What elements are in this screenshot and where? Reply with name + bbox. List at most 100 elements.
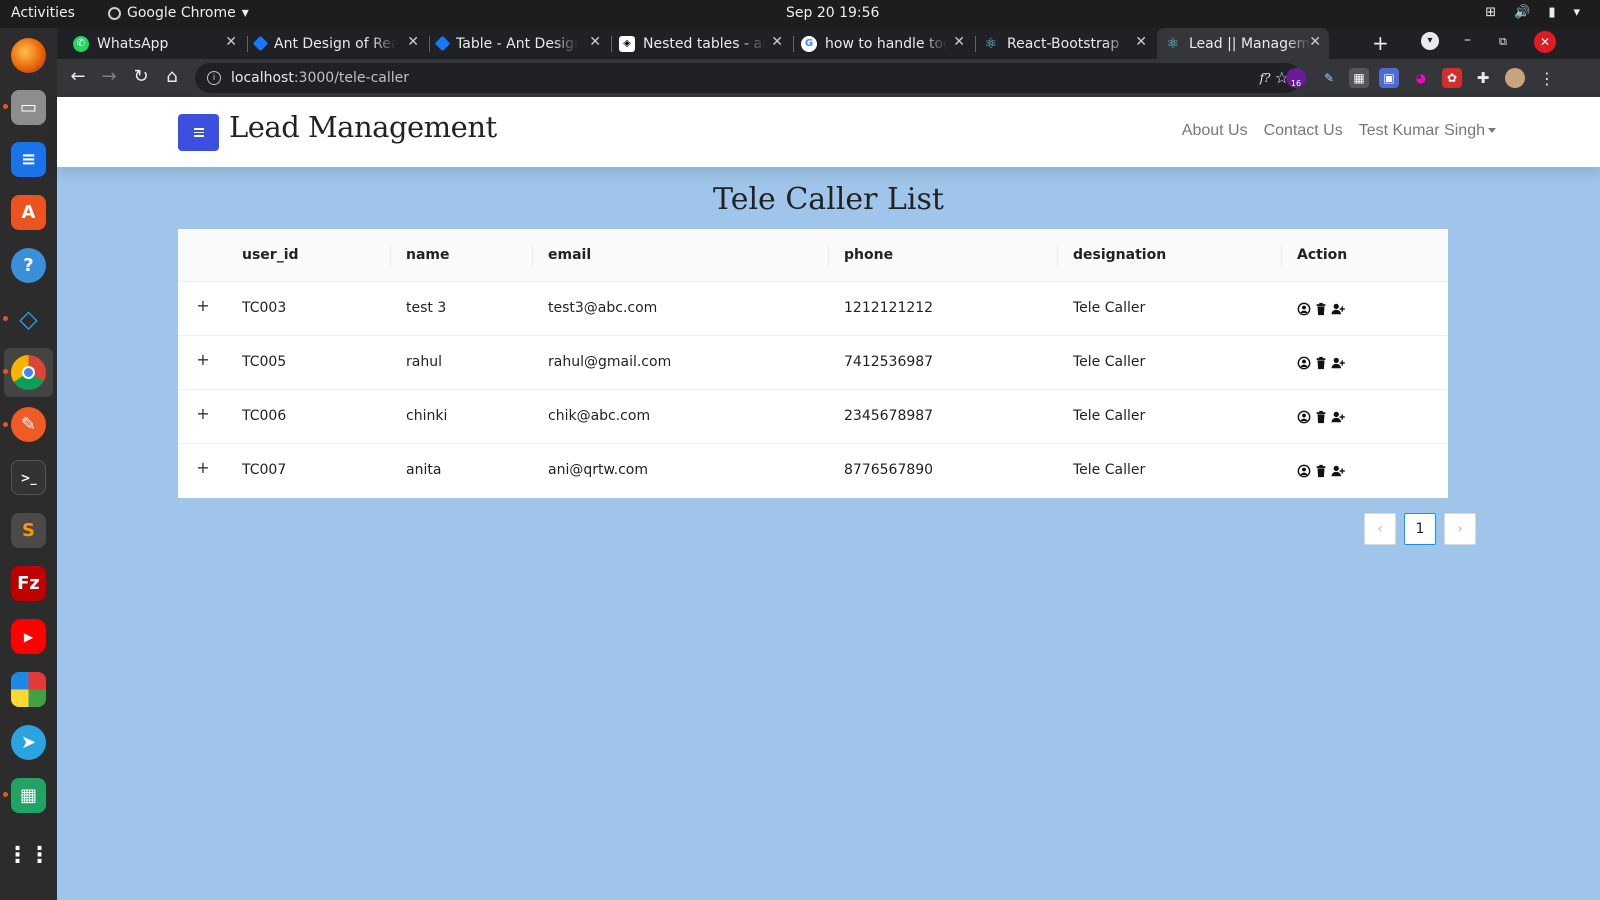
close-icon[interactable]: ✕ (953, 34, 965, 50)
tab-label: React-Bootstrap (1007, 35, 1120, 52)
vscode-icon[interactable]: ◇ (11, 301, 46, 336)
grid-extension-icon[interactable]: ▦ (1349, 68, 1369, 88)
user-circle-icon[interactable] (1297, 356, 1311, 370)
close-icon[interactable]: ✕ (407, 34, 419, 50)
user-circle-icon[interactable] (1297, 302, 1311, 316)
react-icon: ⚛ (984, 35, 998, 52)
app-menu[interactable]: Google Chrome ▾ (108, 5, 249, 21)
codepen-icon: ◈ (619, 35, 635, 52)
system-top-bar: Activities Google Chrome ▾ Sep 20 19:56 … (0, 0, 1600, 28)
tab-react-bootstrap[interactable]: ⚛ React-Bootstrap ✕ (983, 28, 1155, 59)
header-email[interactable]: email (548, 247, 591, 263)
trash-icon[interactable] (1314, 302, 1328, 316)
minimize-icon[interactable]: – (1464, 32, 1471, 48)
site-info-icon[interactable]: i (207, 71, 221, 85)
expand-row-icon[interactable]: + (196, 298, 210, 314)
ant-design-icon (434, 35, 451, 52)
tab-search-icon[interactable]: ▾ (1421, 32, 1439, 50)
list-icon (193, 128, 204, 137)
add-user-icon[interactable] (1331, 410, 1345, 424)
grid-icon[interactable]: ⋮⋮ (7, 838, 51, 873)
nav-about-link[interactable]: About Us (1182, 122, 1248, 140)
cell-designation: Tele Caller (1073, 462, 1146, 478)
menu-toggle-button[interactable] (178, 114, 219, 151)
clock[interactable]: Sep 20 19:56 (786, 5, 879, 21)
pagination-prev-button[interactable]: ‹ (1364, 513, 1396, 545)
running-indicator (3, 104, 8, 109)
tab-nested-tables[interactable]: ◈ Nested tables - an ✕ (619, 28, 791, 59)
terminal-icon[interactable]: >_ (11, 460, 46, 495)
add-user-icon[interactable] (1331, 356, 1345, 370)
nav-contact-link[interactable]: Contact Us (1264, 122, 1343, 140)
user-circle-icon[interactable] (1297, 410, 1311, 424)
telegram-icon[interactable]: ➤ (11, 725, 46, 760)
header-user-id[interactable]: user_id (242, 247, 299, 263)
close-icon[interactable]: ✕ (1135, 34, 1147, 50)
writer-icon[interactable]: ≡ (11, 142, 46, 177)
tab-google-search[interactable]: G how to handle tog ✕ (801, 28, 973, 59)
trash-icon[interactable] (1314, 356, 1328, 370)
maximize-icon[interactable]: ⧉ (1499, 35, 1507, 49)
filezilla-icon[interactable]: Fz (11, 566, 46, 601)
close-icon[interactable]: ✕ (771, 34, 783, 50)
add-user-icon[interactable] (1331, 302, 1345, 316)
sublime-icon[interactable]: S (11, 513, 46, 548)
react-devtools-icon[interactable]: ✿ (1442, 68, 1462, 88)
puzzle-extensions-icon[interactable]: ✚ (1473, 68, 1493, 88)
status-area[interactable]: ⊞ 🔊 ▮ ▾ (1485, 5, 1580, 20)
running-indicator (3, 422, 8, 427)
brand-title[interactable]: Lead Management (229, 110, 497, 144)
close-icon[interactable]: ✕ (589, 34, 601, 50)
header-name[interactable]: name (406, 247, 450, 263)
extension-badge-icon[interactable]: 16 (1286, 68, 1306, 88)
tab-whatsapp[interactable]: ✆ WhatsApp ✕ (73, 28, 245, 59)
software-icon[interactable]: A (11, 195, 46, 230)
files-icon[interactable]: ▭ (11, 90, 46, 125)
chrome-icon[interactable] (11, 355, 46, 390)
close-icon[interactable]: ✕ (225, 34, 237, 50)
window-close-icon[interactable]: ✕ (1534, 31, 1556, 53)
expand-row-icon[interactable]: + (196, 406, 210, 422)
pagination-page-1[interactable]: 1 (1404, 513, 1436, 545)
user-dropdown[interactable]: Test Kumar Singh (1359, 122, 1496, 140)
header-phone[interactable]: phone (844, 247, 893, 263)
close-icon[interactable]: ✕ (1309, 34, 1321, 50)
tab-lead-management[interactable]: ⚛ Lead || Manageme ✕ (1157, 28, 1329, 59)
column-separator (828, 245, 829, 267)
youtube-icon[interactable]: ▶ (11, 619, 46, 654)
formula-extension-icon[interactable]: f? (1255, 68, 1275, 88)
firefox-icon[interactable] (11, 38, 46, 73)
help-icon[interactable]: ? (11, 248, 46, 283)
trash-icon[interactable] (1314, 464, 1328, 478)
reload-icon[interactable]: ↻ (129, 66, 153, 87)
extension-badge-count: 16 (1290, 78, 1302, 88)
eyes-extension-icon[interactable]: ◕ (1411, 68, 1431, 88)
expand-row-icon[interactable]: + (196, 352, 210, 368)
postman-icon[interactable]: ✎ (11, 407, 46, 442)
back-arrow-icon[interactable]: ← (66, 66, 90, 87)
header-designation[interactable]: designation (1073, 247, 1166, 263)
home-icon[interactable]: ⌂ (160, 66, 184, 87)
user-circle-icon[interactable] (1297, 464, 1311, 478)
tab-separator (975, 36, 976, 52)
profile-avatar[interactable] (1505, 68, 1525, 88)
screen-extension-icon[interactable]: ▣ (1379, 68, 1399, 88)
add-user-icon[interactable] (1331, 464, 1345, 478)
tab-ant-design[interactable]: Ant Design of Rea ✕ (252, 28, 427, 59)
cell-name: rahul (406, 354, 442, 370)
activities-button[interactable]: Activities (11, 5, 75, 21)
address-bar[interactable]: i localhost :3000/tele-caller ☆ (195, 63, 1301, 93)
more-menu-icon[interactable]: ⋮ (1537, 68, 1557, 88)
expand-row-icon[interactable]: + (196, 460, 210, 476)
forward-arrow-icon[interactable]: → (97, 66, 121, 87)
new-tab-button[interactable]: + (1372, 31, 1389, 55)
cell-phone: 8776567890 (844, 462, 934, 478)
apps-icon[interactable] (11, 672, 46, 707)
pen-extension-icon[interactable]: ✎ (1319, 68, 1339, 88)
battery-icon: ▮ (1548, 5, 1556, 20)
trash-icon[interactable] (1314, 410, 1328, 424)
pagination-next-button[interactable]: › (1444, 513, 1476, 545)
cell-user-id: TC005 (242, 354, 287, 370)
calc-icon[interactable]: ▦ (11, 778, 46, 813)
tab-table-ant-design[interactable]: Table - Ant Design ✕ (434, 28, 609, 59)
